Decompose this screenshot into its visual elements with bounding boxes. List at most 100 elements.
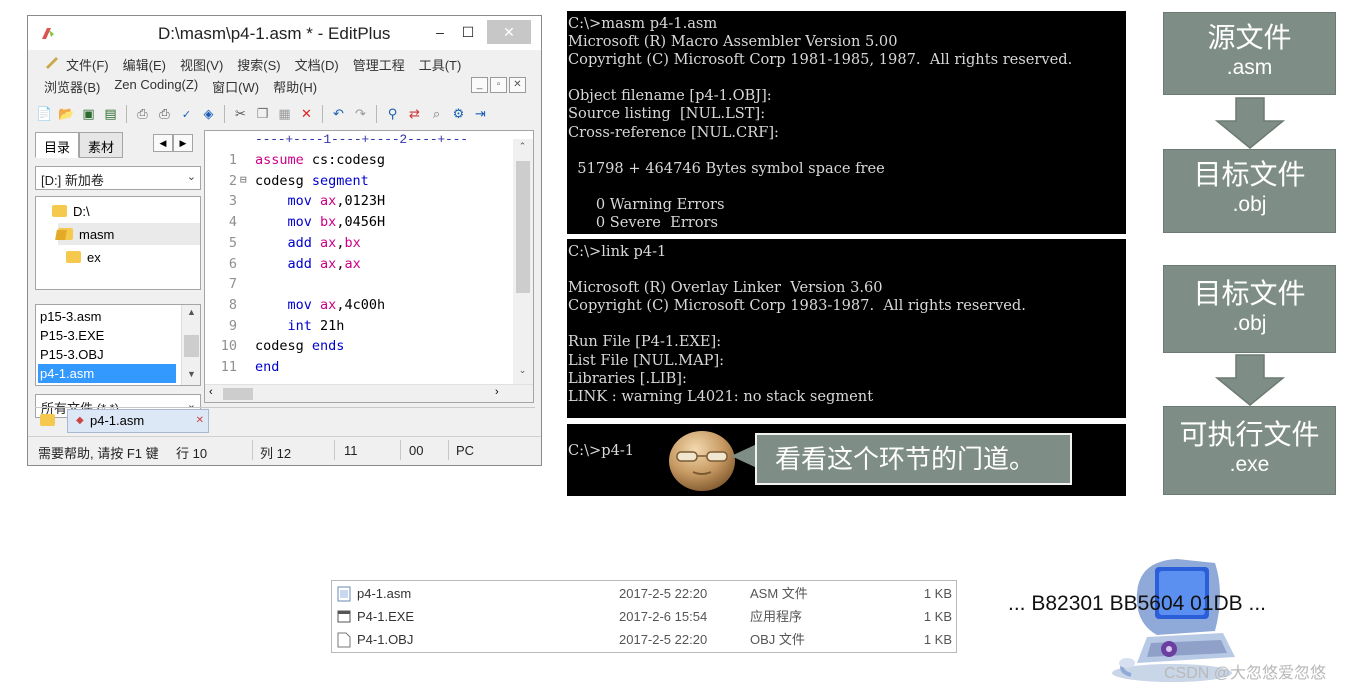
flow-box-ext: .asm	[1226, 56, 1273, 79]
flow-box-title: 源文件	[1207, 22, 1292, 53]
menu-item-6[interactable]: 工具(T)	[419, 55, 462, 74]
column-ruler: ----+----1----+----2----+---	[255, 132, 468, 147]
tab-prev-button[interactable]: ◀	[153, 134, 173, 152]
find-in-files-icon[interactable]: ⌕	[428, 106, 445, 123]
tab-directory[interactable]: 目录	[35, 132, 80, 158]
line-number: 10	[220, 338, 237, 355]
mdi-restore-button[interactable]: ▫	[490, 77, 507, 93]
file-item[interactable]: P15-3.OBJ	[40, 345, 178, 364]
spellcheck-icon[interactable]: ✓	[178, 106, 195, 123]
chevron-left-icon[interactable]: ‹	[209, 386, 213, 398]
editor-vertical-scrollbar[interactable]: ⌃ ⌄	[513, 139, 533, 384]
indent-icon[interactable]: ⇥	[472, 106, 489, 123]
window-title: D:\masm\p4-1.asm * - EditPlus	[158, 24, 391, 43]
find-icon[interactable]: ⚲	[384, 106, 401, 123]
mdi-minimize-button[interactable]: _	[471, 77, 488, 93]
folder-icon	[66, 251, 81, 263]
copy-icon[interactable]: ❐	[254, 106, 271, 123]
table-row[interactable]: P4-1.EXE 2017-2-6 15:54 应用程序 1 KB	[332, 605, 956, 628]
undo-icon[interactable]: ↶	[330, 106, 347, 123]
file-name: p4-1.asm	[357, 586, 412, 601]
flow-box-title: 可执行文件	[1179, 419, 1320, 450]
menu-item-5[interactable]: 管理工程	[353, 55, 405, 74]
chevron-up-icon[interactable]: ▲	[182, 307, 201, 317]
tree-node-label: D:\	[73, 203, 90, 219]
new-file-icon[interactable]: 📄	[36, 106, 53, 123]
paste-icon[interactable]: ▦	[276, 106, 293, 123]
maximize-button[interactable]: ☐	[453, 20, 483, 44]
scroll-thumb[interactable]	[223, 388, 253, 400]
flow-box-executable: 可执行文件 .exe	[1163, 406, 1336, 495]
tab-clips[interactable]: 素材	[79, 132, 124, 158]
flow-box-title: 目标文件	[1193, 159, 1306, 190]
folder-icon[interactable]	[40, 414, 55, 426]
arrow-down-icon	[1215, 354, 1285, 406]
file-item-selected[interactable]: p4-1.asm	[38, 364, 176, 383]
asm-file-icon	[337, 586, 351, 602]
file-item[interactable]: P15-3.EXE	[40, 326, 178, 345]
chevron-up-icon[interactable]: ⌃	[513, 141, 532, 152]
tree-node-ex[interactable]: ex	[66, 246, 101, 268]
code-text: mov ax,4c00h	[287, 296, 386, 313]
file-name: P4-1.EXE	[357, 609, 415, 624]
close-tab-icon[interactable]: ✕	[196, 410, 204, 432]
file-size: 1 KB	[923, 609, 952, 624]
editplus-window: D:\masm\p4-1.asm * - EditPlus – ☐ ✕ 文件(F…	[27, 15, 542, 466]
close-button[interactable]: ✕	[487, 20, 531, 44]
document-tabs: ◆ p4-1.asm ✕	[35, 407, 535, 433]
print-icon[interactable]: ⎙	[156, 106, 173, 123]
table-row[interactable]: P4-1.OBJ 2017-2-5 22:20 OBJ 文件 1 KB	[332, 628, 956, 651]
browser-preview-icon[interactable]: ◈	[200, 106, 217, 123]
code-editor[interactable]: ----+----1----+----2----+--- 1 assume cs:…	[204, 130, 534, 403]
machine-code-text: ... B82301 BB5604 01DB ...	[1008, 592, 1267, 615]
file-item[interactable]: p15-3.asm	[40, 307, 178, 326]
table-row[interactable]: p4-1.asm 2017-2-5 22:20 ASM 文件 1 KB	[332, 582, 956, 605]
editor-horizontal-scrollbar[interactable]: ‹ ›	[205, 384, 533, 402]
menu-item-4[interactable]: 文档(D)	[295, 55, 339, 74]
menu-item-1[interactable]: 编辑(E)	[123, 55, 166, 74]
tab-next-button[interactable]: ▶	[173, 134, 193, 152]
watermark: CSDN @大忽悠爱忽悠	[1164, 665, 1327, 682]
fold-icon[interactable]: ⊟	[240, 173, 247, 186]
open-folder-icon	[58, 228, 73, 240]
code-text: codesg segment	[255, 172, 369, 189]
file-list-scrollbar[interactable]: ▲ ▼	[181, 305, 200, 385]
menu-item-3[interactable]: 搜索(S)	[237, 55, 280, 74]
doc-tab-active[interactable]: ◆ p4-1.asm ✕	[67, 409, 209, 433]
menu-item-0[interactable]: 文件(F)	[66, 55, 109, 74]
menu-item-row2-0[interactable]: 浏览器(B)	[44, 77, 100, 96]
status-field: 00	[409, 443, 424, 458]
settings-icon[interactable]: ⚙	[450, 106, 467, 123]
status-separator	[252, 440, 253, 460]
chevron-down-icon[interactable]: ▼	[182, 369, 201, 379]
drive-label: [D:] 新加卷	[41, 173, 104, 188]
tree-node-root[interactable]: D:\	[52, 200, 90, 222]
menu-item-2[interactable]: 视图(V)	[180, 55, 223, 74]
open-folder-icon[interactable]: 📂	[58, 106, 75, 123]
replace-icon[interactable]: ⇄	[406, 106, 423, 123]
scroll-thumb[interactable]	[184, 335, 199, 357]
drive-select[interactable]: [D:] 新加卷 ⌄	[35, 166, 201, 190]
console-link: C:\>link p4-1 Microsoft (R) Overlay Link…	[567, 239, 1126, 418]
redo-icon[interactable]: ↷	[352, 106, 369, 123]
menu-bar: 文件(F) 编辑(E) 视图(V) 搜索(S) 文档(D) 管理工程 工具(T) 浏览器(B…	[28, 52, 541, 98]
save-all-icon[interactable]: ▤	[102, 106, 119, 123]
menu-item-row2-1[interactable]: Zen Coding(Z)	[114, 77, 198, 96]
status-row: 行 10	[176, 446, 208, 461]
toolbar-separator	[376, 105, 377, 123]
pencil-icon	[46, 57, 58, 69]
chevron-right-icon[interactable]: ›	[495, 386, 499, 398]
mdi-close-button[interactable]: ✕	[509, 77, 526, 93]
tree-node-masm[interactable]: masm	[58, 223, 200, 245]
line-number: 7	[228, 276, 237, 293]
code-text: int 21h	[287, 317, 345, 334]
scroll-thumb[interactable]	[516, 161, 530, 293]
save-icon[interactable]: ▣	[80, 106, 97, 123]
menu-item-row2-2[interactable]: 窗口(W)	[212, 77, 259, 96]
cut-icon[interactable]: ✂	[232, 106, 249, 123]
print-preview-icon[interactable]: ⎙	[134, 106, 151, 123]
delete-icon[interactable]: ✕	[298, 106, 315, 123]
chevron-down-icon[interactable]: ⌄	[513, 365, 532, 376]
menu-item-row2-3[interactable]: 帮助(H)	[273, 77, 317, 96]
minimize-button[interactable]: –	[425, 20, 455, 44]
